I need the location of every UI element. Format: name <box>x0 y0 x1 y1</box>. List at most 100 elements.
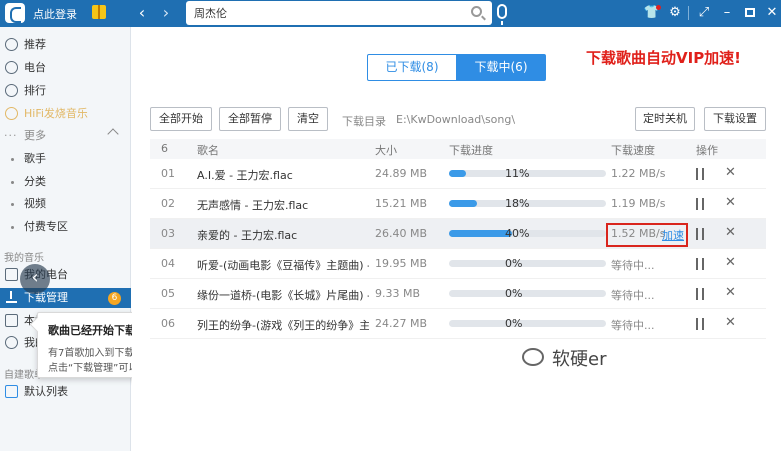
row-number: 02 <box>161 197 175 210</box>
user-icon <box>5 336 18 349</box>
more-dots-icon: ··· <box>4 129 18 142</box>
download-dir-path[interactable]: E:\KwDownload\song\ <box>396 113 515 126</box>
sidebar-item-more[interactable]: ··· 更多 <box>0 126 131 146</box>
app-logo-icon[interactable] <box>5 3 25 23</box>
highlight-box <box>606 223 688 247</box>
sidebar-item-recommend[interactable]: 推荐 <box>0 35 131 55</box>
collapse-sidebar-button[interactable]: ‹ <box>20 264 50 294</box>
pause-icon[interactable] <box>696 168 704 180</box>
pause-icon[interactable] <box>696 228 704 240</box>
close-icon[interactable]: ✕ <box>763 4 781 22</box>
timed-shutdown-button[interactable]: 定时关机 <box>635 107 695 131</box>
clear-button[interactable]: 清空 <box>288 107 328 131</box>
start-all-button[interactable]: 全部开始 <box>150 107 212 131</box>
sidebar-item-category[interactable]: 分类 <box>0 172 131 192</box>
search-input[interactable] <box>194 5 464 21</box>
table-row[interactable]: 01 A.I.爱 - 王力宏.flac 24.89 MB 11% 1.22 MB/s ✕ <box>150 159 766 189</box>
sidebar-item-label: 付费专区 <box>24 220 68 233</box>
pause-all-button[interactable]: 全部暂停 <box>219 107 281 131</box>
download-dir-label: 下载目录 <box>342 115 386 128</box>
login-link[interactable]: 点此登录 <box>33 6 77 22</box>
column-progress: 下载进度 <box>449 144 493 157</box>
divider <box>688 6 689 20</box>
minimize-icon[interactable]: – <box>718 4 736 22</box>
chevron-up-icon[interactable] <box>107 128 119 140</box>
pause-icon[interactable] <box>696 318 704 330</box>
sidebar-item-video[interactable]: 视频 <box>0 194 131 214</box>
download-speed: 1.22 MB/s <box>611 167 666 180</box>
recommend-icon <box>5 38 18 51</box>
bullet-icon <box>11 226 14 229</box>
playlist-icon <box>5 385 18 398</box>
row-number: 01 <box>161 167 175 180</box>
download-settings-button[interactable]: 下载设置 <box>704 107 766 131</box>
progress-text: 0% <box>505 317 523 330</box>
row-number: 06 <box>161 317 175 330</box>
delete-icon[interactable]: ✕ <box>725 196 736 210</box>
bullet-icon <box>11 181 14 184</box>
row-number: 03 <box>161 227 175 240</box>
sidebar-item-hifi[interactable]: HiFi发烧音乐 <box>0 104 131 124</box>
progress-text: 40% <box>505 227 530 240</box>
download-speed: 等待中... <box>611 319 655 332</box>
download-panel: 已下载(8) 下载中(6) 下载歌曲自动VIP加速! 全部开始 全部暂停 清空 … <box>132 27 781 451</box>
song-name: 听爱-(动画电影《豆福传》主题曲) - ... <box>197 259 369 272</box>
back-icon[interactable]: ‹ <box>133 3 151 23</box>
delete-icon[interactable]: ✕ <box>725 286 736 300</box>
tab-downloaded[interactable]: 已下载(8) <box>367 54 457 81</box>
pause-icon[interactable] <box>696 198 704 210</box>
sidebar-item-download-manager[interactable]: 下载管理 6 <box>0 288 131 308</box>
sidebar-item-label: 歌手 <box>24 152 46 165</box>
pause-icon[interactable] <box>696 288 704 300</box>
column-size[interactable]: 大小 <box>375 142 397 158</box>
chart-icon <box>5 84 18 97</box>
delete-icon[interactable]: ✕ <box>725 226 736 240</box>
table-row[interactable]: 05 缘份一道桥-(电影《长城》片尾曲) - ... 9.33 MB 0% 等待中...… <box>150 279 766 309</box>
progress-text: 18% <box>505 197 530 210</box>
file-size: 26.40 MB <box>375 227 428 240</box>
monitor-icon <box>5 314 18 327</box>
progress-text: 0% <box>505 287 523 300</box>
sidebar-item-label: 电台 <box>24 61 46 74</box>
maximize-icon[interactable] <box>741 4 759 22</box>
sidebar-item-default-list[interactable]: 默认列表 <box>0 382 131 402</box>
sidebar-item-singer[interactable]: 歌手 <box>0 149 131 169</box>
pause-icon[interactable] <box>696 258 704 270</box>
column-action: 操作 <box>696 144 718 157</box>
file-size: 24.27 MB <box>375 317 428 330</box>
bullet-icon <box>11 158 14 161</box>
gift-icon[interactable] <box>92 5 106 19</box>
sidebar-item-radio[interactable]: 电台 <box>0 58 131 78</box>
forward-icon[interactable]: › <box>157 3 175 23</box>
sidebar-item-chart[interactable]: 排行 <box>0 81 131 101</box>
delete-icon[interactable]: ✕ <box>725 256 736 270</box>
mini-mode-icon[interactable]: ⤢ <box>695 4 713 22</box>
sidebar-item-label: 视频 <box>24 197 46 210</box>
table-row[interactable]: 04 听爱-(动画电影《豆福传》主题曲) - ... 19.95 MB 0% 等待中..… <box>150 249 766 279</box>
download-speed: 等待中... <box>611 259 655 272</box>
sidebar-item-label: HiFi发烧音乐 <box>24 107 88 120</box>
sidebar-item-paid[interactable]: 付费专区 <box>0 217 131 237</box>
download-speed: 1.19 MB/s <box>611 197 666 210</box>
table-row[interactable]: 02 无声感情 - 王力宏.flac 15.21 MB 18% 1.19 MB/s ✕ <box>150 189 766 219</box>
search-icon[interactable] <box>471 6 482 17</box>
row-number: 04 <box>161 257 175 270</box>
song-name: 缘份一道桥-(电影《长城》片尾曲) - ... <box>197 289 369 302</box>
column-name[interactable]: 歌名 <box>197 142 219 158</box>
watermark: 软硬er <box>552 349 607 370</box>
column-count: 6 <box>161 142 168 155</box>
search-box[interactable] <box>186 1 492 25</box>
sidebar-item-label: 分类 <box>24 175 46 188</box>
progress-text: 0% <box>505 257 523 270</box>
download-icon <box>6 291 17 303</box>
shirt-icon[interactable]: 👕 <box>643 4 661 22</box>
delete-icon[interactable]: ✕ <box>725 166 736 180</box>
download-speed: 等待中... <box>611 289 655 302</box>
mic-icon[interactable] <box>497 4 507 25</box>
tooltip-title: 歌曲已经开始下载 <box>48 324 136 337</box>
bullet-icon <box>11 203 14 206</box>
table-row[interactable]: 06 列王的纷争-(游戏《列王的纷争》主... 24.27 MB 0% 等待中... ✕ <box>150 309 766 339</box>
tab-downloading[interactable]: 下载中(6) <box>456 54 546 81</box>
gear-icon[interactable]: ⚙ <box>666 4 684 22</box>
delete-icon[interactable]: ✕ <box>725 316 736 330</box>
